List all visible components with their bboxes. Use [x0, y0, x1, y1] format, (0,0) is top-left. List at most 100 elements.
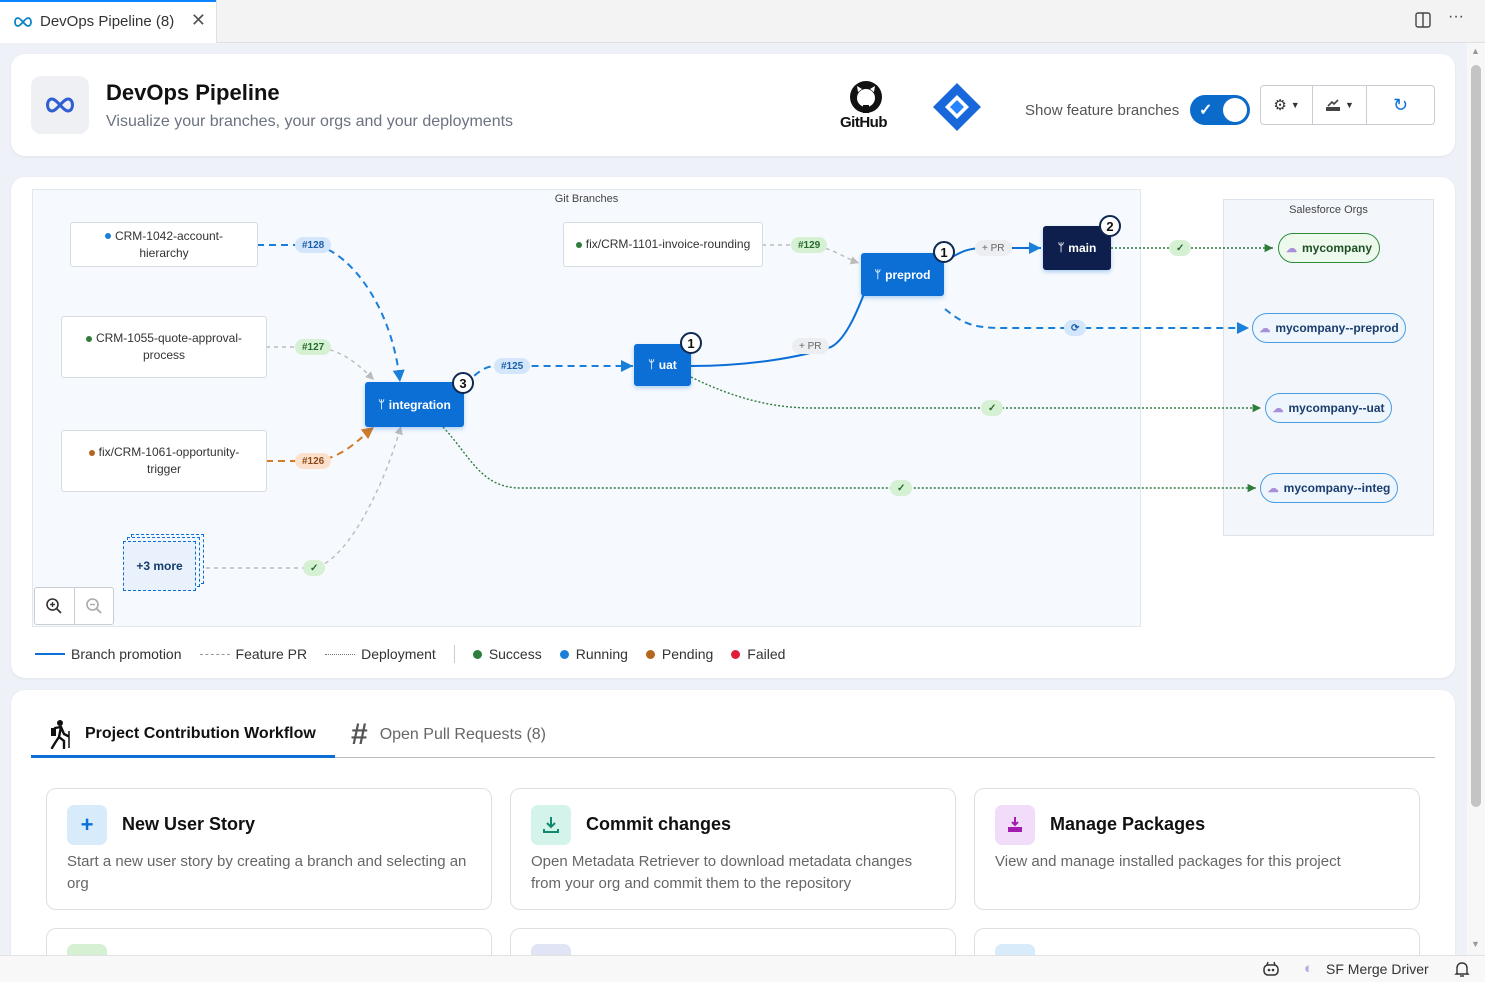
vertical-scrollbar[interactable]: ▲ ▼: [1467, 43, 1485, 955]
zoom-in-button[interactable]: [35, 588, 75, 624]
card-description: View and manage installed packages for t…: [995, 853, 1341, 870]
page-subtitle: Visualize your branches, your orgs and y…: [106, 113, 514, 130]
status-bar: ◐ SF Merge Driver: [0, 955, 1485, 982]
tab-title: DevOps Pipeline (8): [40, 13, 175, 30]
org-mycompany[interactable]: ☁ mycompany: [1278, 233, 1380, 263]
pending-dot: [645, 649, 655, 659]
hash-icon: #: [351, 718, 368, 751]
workflow-card: Project Contribution Workflow # Open Pul…: [11, 690, 1455, 982]
org-label: mycompany--preprod: [1275, 321, 1399, 335]
org-mycompany-uat[interactable]: ☁ mycompany--uat: [1265, 393, 1392, 423]
feature-branch-crm-1042[interactable]: CRM-1042-account-hierarchy: [70, 222, 258, 267]
jira-logo-icon[interactable]: [931, 81, 983, 133]
create-pr-badge[interactable]: + PR: [975, 240, 1012, 256]
legend-pending: Pending: [645, 646, 713, 662]
card-description: Start a new user story by creating a bra…: [67, 853, 467, 892]
card-title: Manage Packages: [1050, 814, 1206, 834]
branch-name: CRM-1055-quote-approval-process: [95, 331, 243, 362]
deploy-icon: [1326, 99, 1341, 111]
success-status-dot: [85, 335, 92, 342]
git-branch-icon: ᛘ: [378, 398, 385, 411]
org-mycompany-integ[interactable]: ☁ mycompany--integ: [1260, 473, 1398, 503]
feature-branches-toggle[interactable]: ✓: [1190, 95, 1250, 125]
dotted-line-swatch: [325, 653, 356, 655]
node-label: uat: [658, 358, 677, 372]
success-status-dot: [575, 241, 582, 248]
refresh-button[interactable]: ↻: [1367, 86, 1434, 124]
legend-label: Deployment: [361, 646, 436, 662]
card-title: New User Story: [122, 814, 256, 834]
pr-count-badge: 1: [933, 241, 955, 263]
pr-badge-125[interactable]: #125: [494, 358, 531, 374]
org-mycompany-preprod[interactable]: ☁ mycompany--preprod: [1252, 313, 1406, 343]
copilot-icon[interactable]: [1262, 961, 1280, 977]
card-description: Open Metadata Retriever to download meta…: [531, 853, 913, 892]
editor-tab-bar: DevOps Pipeline (8) ✕ ···: [0, 0, 1485, 43]
tab-project-contribution-workflow[interactable]: Project Contribution Workflow: [31, 712, 335, 758]
download-icon: [531, 805, 571, 845]
feature-branch-crm-1055[interactable]: CRM-1055-quote-approval-process: [61, 316, 267, 378]
zoom-out-icon: [85, 598, 102, 614]
legend-label: Branch promotion: [71, 646, 182, 662]
app-logo: [31, 76, 89, 134]
solid-line-swatch: [35, 653, 65, 655]
org-label: mycompany: [1301, 241, 1373, 255]
deploy-dropdown-button[interactable]: ▼: [1313, 86, 1367, 124]
sf-merge-driver-status[interactable]: SF Merge Driver: [1326, 961, 1429, 977]
running-status-dot: [104, 233, 111, 240]
pr-badge-129[interactable]: #129: [791, 237, 828, 253]
zoom-in-icon: [46, 598, 62, 614]
tab-open-pull-requests[interactable]: # Open Pull Requests (8): [351, 712, 546, 758]
git-branch-icon: ᛘ: [648, 359, 655, 371]
scroll-up-icon[interactable]: ▲: [1471, 46, 1480, 56]
legend-running: Running: [559, 646, 628, 662]
pr-badge-127[interactable]: #127: [295, 339, 332, 355]
workflow-tabs: Project Contribution Workflow # Open Pul…: [31, 712, 1435, 758]
scroll-thumb[interactable]: [1471, 65, 1481, 807]
cloud-icon: ☁: [1285, 242, 1297, 255]
deploy-success-badge: ✓: [981, 400, 1004, 416]
zoom-out-button[interactable]: [75, 588, 114, 624]
page-title: DevOps Pipeline: [106, 80, 280, 105]
tab-devops-pipeline[interactable]: DevOps Pipeline (8) ✕: [0, 0, 217, 43]
branch-node-preprod[interactable]: ᛘ preprod: [861, 253, 944, 296]
pending-status-dot: [88, 449, 95, 456]
infinity-icon: [14, 16, 32, 27]
close-icon[interactable]: ✕: [191, 10, 206, 31]
more-actions-icon[interactable]: ···: [1448, 8, 1464, 26]
deploy-success-badge: ✓: [1169, 240, 1192, 256]
org-label: mycompany--uat: [1288, 401, 1385, 415]
card-title: Commit changes: [586, 814, 732, 834]
tab-label: Project Contribution Workflow: [85, 724, 316, 742]
split-editor-icon[interactable]: [1414, 11, 1432, 29]
toggle-label: Show feature branches: [1025, 102, 1180, 119]
create-pr-badge[interactable]: + PR: [792, 338, 829, 354]
cloud-icon: ☁: [1267, 482, 1279, 495]
feature-branch-crm-1101[interactable]: fix/CRM-1101-invoice-rounding: [563, 222, 763, 267]
legend: Branch promotion Feature PR Deployment S…: [35, 644, 803, 664]
commit-changes-card[interactable]: Commit changes Open Metadata Retriever t…: [510, 788, 956, 910]
more-branches-button[interactable]: +3 more: [123, 541, 196, 591]
infinity-icon: [46, 97, 74, 113]
package-icon: [995, 805, 1035, 845]
check-icon: ✓: [1199, 102, 1213, 119]
chevron-down-icon: ▼: [1290, 100, 1300, 110]
github-label: GitHub: [840, 114, 888, 131]
branch-node-integration[interactable]: ᛘ integration: [365, 382, 464, 427]
new-user-story-card[interactable]: + New User Story Start a new user story …: [46, 788, 492, 910]
pr-badge-126[interactable]: #126: [295, 453, 332, 469]
chevron-down-icon: ▼: [1345, 100, 1354, 110]
feature-branch-crm-1061[interactable]: fix/CRM-1061-opportunity-trigger: [61, 430, 267, 492]
legend-divider: [453, 645, 455, 663]
scroll-down-icon[interactable]: ▼: [1471, 939, 1480, 949]
refresh-icon: ↻: [1392, 94, 1409, 115]
git-branch-icon: ᛘ: [1057, 242, 1065, 254]
toggle-knob: [1223, 98, 1247, 122]
manage-packages-card[interactable]: Manage Packages View and manage installe…: [974, 788, 1420, 910]
moon-icon: ◐: [1304, 960, 1314, 977]
bell-icon[interactable]: [1454, 961, 1470, 978]
settings-dropdown-button[interactable]: ⚙ ▼: [1261, 86, 1313, 124]
success-dot: [472, 649, 482, 659]
pr-badge-128[interactable]: #128: [295, 237, 332, 253]
git-branch-icon: ᛘ: [874, 268, 882, 281]
